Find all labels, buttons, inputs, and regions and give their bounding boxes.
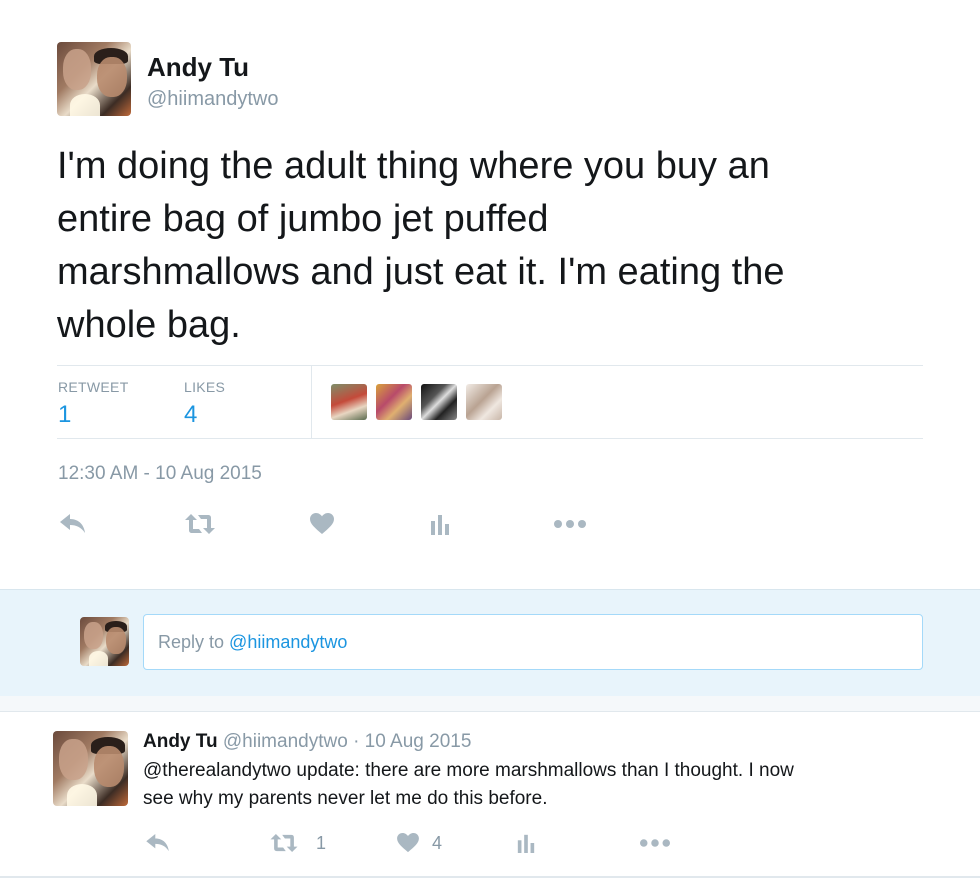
likes-count[interactable]: 4 <box>184 401 197 429</box>
reply-retweet-count[interactable]: 1 <box>316 833 326 854</box>
retweet-icon[interactable] <box>268 830 300 856</box>
reply-date[interactable]: 10 Aug 2015 <box>365 731 472 752</box>
like-icon[interactable] <box>394 830 422 856</box>
tweet-text-line: entire bag of jumbo jet puffed <box>57 198 549 240</box>
reply-icon[interactable] <box>143 830 173 856</box>
reply-author-name[interactable]: Andy Tu <box>143 731 218 752</box>
divider <box>57 438 923 439</box>
reply-like-count[interactable]: 4 <box>432 833 442 854</box>
analytics-icon[interactable] <box>512 830 540 856</box>
retweet-label: RETWEET <box>58 379 129 395</box>
author-handle[interactable]: @hiimandytwo <box>147 88 278 111</box>
more-icon[interactable] <box>552 510 588 538</box>
reply-input[interactable]: Reply to @hiimandytwo <box>143 614 923 670</box>
reply-placeholder-mention: @hiimandytwo <box>229 631 348 652</box>
retweet-count[interactable]: 1 <box>58 401 71 429</box>
stats-divider <box>311 366 312 438</box>
reply-text: @therealandytwo update: there are more m… <box>143 757 794 813</box>
analytics-icon[interactable] <box>426 510 454 538</box>
divider <box>0 876 980 878</box>
tweet-text-line: marshmallows and just eat it. I'm eating… <box>57 251 785 293</box>
reply-author-handle[interactable]: @hiimandytwo <box>223 731 348 752</box>
divider <box>57 365 923 366</box>
separator-gap <box>0 696 980 711</box>
author-avatar[interactable] <box>57 42 131 116</box>
liker-avatar[interactable] <box>466 384 502 420</box>
tweet-text-line: I'm doing the adult thing where you buy … <box>57 145 770 187</box>
like-icon[interactable] <box>308 510 336 538</box>
author-name[interactable]: Andy Tu <box>147 52 249 83</box>
reply-text-line: see why my parents never let me do this … <box>143 788 548 809</box>
current-user-avatar <box>80 617 129 666</box>
more-icon[interactable] <box>638 830 672 856</box>
tweet-text-line: whole bag. <box>57 304 241 346</box>
reply-text-line: @therealandytwo update: there are more m… <box>143 760 794 781</box>
tweet-text: I'm doing the adult thing where you buy … <box>57 140 957 352</box>
reply-author-avatar[interactable] <box>53 731 128 806</box>
reply-placeholder-prefix: Reply to <box>158 631 230 652</box>
likes-label: LIKES <box>184 379 226 395</box>
liker-avatar[interactable] <box>376 384 412 420</box>
divider <box>0 711 980 712</box>
liker-avatar[interactable] <box>331 384 367 420</box>
reply-icon[interactable] <box>58 510 88 538</box>
tweet-timestamp[interactable]: 12:30 AM - 10 Aug 2015 <box>58 463 262 485</box>
liker-avatar[interactable] <box>421 384 457 420</box>
reply-header: Andy Tu @hiimandytwo · 10 Aug 2015 <box>143 731 471 753</box>
reply-separator: · <box>353 731 360 752</box>
retweet-icon[interactable] <box>184 510 216 538</box>
